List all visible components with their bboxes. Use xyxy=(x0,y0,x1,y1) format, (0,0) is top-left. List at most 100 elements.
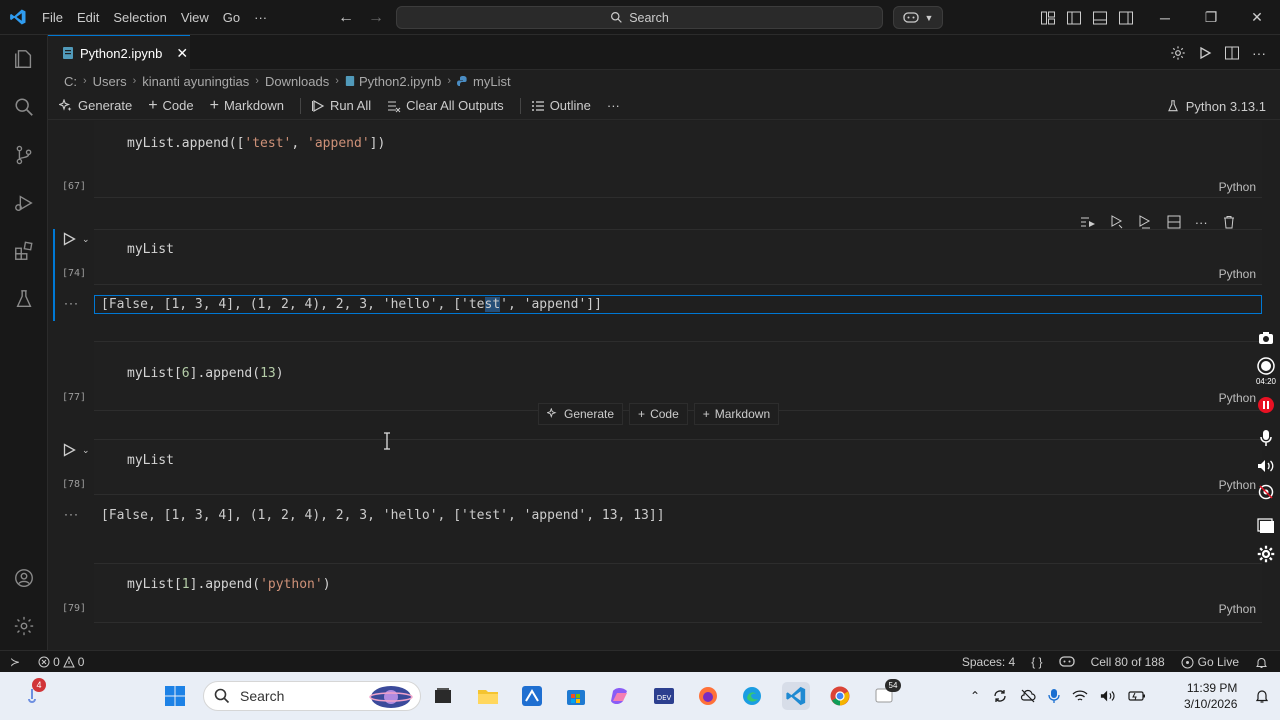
toggle-secondary-sidebar-icon[interactable] xyxy=(1118,10,1134,26)
search-sidebar-icon[interactable] xyxy=(0,83,48,131)
volume-icon[interactable] xyxy=(1100,689,1116,703)
insert-markdown-button[interactable]: + Markdown xyxy=(693,403,780,425)
taskbar-vscode[interactable] xyxy=(782,682,810,710)
taskbar-ms-store[interactable] xyxy=(562,682,590,710)
close-window-icon[interactable]: ✕ xyxy=(1234,0,1280,35)
settings-gear-icon[interactable] xyxy=(1170,45,1186,61)
customize-layout-icon[interactable] xyxy=(1040,10,1056,26)
insert-code-button[interactable]: + Code xyxy=(629,403,688,425)
taskbar-chat[interactable]: 54 xyxy=(870,679,901,710)
microphone-icon[interactable] xyxy=(1254,426,1278,450)
breadcrumb-item[interactable]: kinanti ayuningtias xyxy=(142,74,249,89)
menu-more[interactable]: ··· xyxy=(247,0,274,35)
restore-icon[interactable]: ❐ xyxy=(1188,0,1234,35)
code-cell-editor[interactable] xyxy=(94,121,1262,198)
taskbar-dev-app[interactable]: DEV xyxy=(650,682,678,710)
insert-generate-button[interactable]: Generate xyxy=(538,403,624,425)
minimize-icon[interactable]: ─ xyxy=(1142,0,1188,35)
add-markdown-cell-button[interactable]: + Markdown xyxy=(210,97,284,115)
output-more-icon[interactable]: ··· xyxy=(64,296,79,310)
cell-language[interactable]: Python xyxy=(1219,602,1256,616)
taskbar-edge[interactable] xyxy=(738,682,766,710)
toggle-primary-sidebar-icon[interactable] xyxy=(1066,10,1082,26)
breadcrumb-item[interactable]: Downloads xyxy=(265,74,329,89)
webcam-off-icon[interactable] xyxy=(1254,480,1278,504)
notification-center-icon[interactable] xyxy=(1250,684,1274,708)
menu-go[interactable]: Go xyxy=(216,0,247,35)
taskbar-app-blue[interactable] xyxy=(518,682,546,710)
camera-icon[interactable] xyxy=(1254,326,1278,350)
remote-indicator-icon[interactable]: ≻ xyxy=(10,655,20,669)
run-all-button[interactable]: Run All xyxy=(311,98,371,113)
menu-view[interactable]: View xyxy=(174,0,216,35)
code-cell-editor[interactable] xyxy=(94,229,1262,285)
cell-language[interactable]: Python xyxy=(1219,180,1256,194)
cell-position-status[interactable]: Cell 80 of 188 xyxy=(1091,655,1165,669)
problems-indicator[interactable]: 0 0 xyxy=(38,655,84,669)
copilot-button[interactable]: ▼ xyxy=(893,6,943,29)
run-play-icon[interactable] xyxy=(1198,46,1212,60)
window-select-icon[interactable] xyxy=(1254,514,1278,538)
taskbar-task-view[interactable] xyxy=(429,682,457,710)
extensions-icon[interactable] xyxy=(0,227,48,275)
breadcrumb-item[interactable]: Python2.ipynb xyxy=(359,74,441,89)
cloud-off-icon[interactable] xyxy=(1020,688,1036,704)
tab-python2-ipynb[interactable]: Python2.ipynb ✕ xyxy=(48,35,190,70)
taskbar-file-explorer[interactable] xyxy=(474,682,502,710)
delete-cell-icon[interactable] xyxy=(1222,215,1236,229)
cell-output[interactable]: [False, [1, 3, 4], (1, 2, 4), 2, 3, 'hel… xyxy=(101,508,665,523)
notifications-bell-icon[interactable] xyxy=(1255,656,1268,669)
code-cell-editor[interactable] xyxy=(94,563,1262,623)
taskbar-chrome[interactable] xyxy=(826,682,854,710)
run-cell-button[interactable]: ⌄ xyxy=(62,232,90,246)
chevron-up-icon[interactable]: ⌃ xyxy=(970,689,980,703)
breadcrumb-item[interactable]: myList xyxy=(473,74,511,89)
windows-start-icon[interactable] xyxy=(161,682,189,710)
recorder-settings-icon[interactable] xyxy=(1254,542,1278,566)
menu-file[interactable]: File xyxy=(35,0,70,35)
speaker-icon[interactable] xyxy=(1254,454,1278,478)
kernel-picker[interactable]: Python 3.13.1 xyxy=(1166,92,1266,120)
cell-output[interactable]: [False, [1, 3, 4], (1, 2, 4), 2, 3, 'hel… xyxy=(101,297,602,312)
clear-all-outputs-button[interactable]: Clear All Outputs xyxy=(387,98,504,113)
execute-above-icon[interactable] xyxy=(1080,215,1096,229)
add-code-cell-button[interactable]: + Code xyxy=(148,97,193,115)
taskbar-search[interactable]: Search xyxy=(203,681,421,711)
command-center-search[interactable]: Search xyxy=(396,6,883,29)
forward-arrow-icon[interactable]: → xyxy=(368,9,384,27)
microphone-tray-icon[interactable] xyxy=(1048,688,1060,704)
run-debug-icon[interactable] xyxy=(0,179,48,227)
menu-edit[interactable]: Edit xyxy=(70,0,106,35)
back-arrow-icon[interactable]: ← xyxy=(338,9,354,27)
generate-button[interactable]: Generate xyxy=(59,98,132,113)
taskbar-copilot[interactable] xyxy=(606,682,634,710)
manage-gear-icon[interactable] xyxy=(0,602,48,650)
run-next-icon[interactable] xyxy=(1138,215,1152,229)
run-cell-button[interactable]: ⌄ xyxy=(62,443,90,457)
sync-icon[interactable] xyxy=(992,688,1008,704)
cell-more-icon[interactable]: ··· xyxy=(1195,215,1208,230)
close-tab-icon[interactable]: ✕ xyxy=(176,45,188,62)
source-control-icon[interactable] xyxy=(0,131,48,179)
copilot-status-icon[interactable] xyxy=(1058,655,1075,669)
explorer-icon[interactable] xyxy=(0,35,48,83)
split-editor-icon[interactable] xyxy=(1224,45,1240,61)
menu-selection[interactable]: Selection xyxy=(106,0,173,35)
taskbar-clock[interactable]: 11:39 PM 3/10/2026 xyxy=(1184,680,1237,712)
taskbar-app-weather[interactable]: 4 xyxy=(20,678,46,708)
breadcrumb-item[interactable]: C: xyxy=(64,74,77,89)
toolbar-more-button[interactable]: ··· xyxy=(607,98,620,113)
wifi-icon[interactable] xyxy=(1072,689,1088,703)
battery-icon[interactable] xyxy=(1128,690,1146,702)
toggle-panel-icon[interactable] xyxy=(1092,10,1108,26)
go-live-button[interactable]: Go Live xyxy=(1181,655,1239,669)
cell-language[interactable]: Python xyxy=(1219,267,1256,281)
breadcrumb-item[interactable]: Users xyxy=(93,74,127,89)
run-below-icon[interactable] xyxy=(1110,215,1124,229)
code-cell-editor[interactable] xyxy=(94,439,1262,495)
taskbar-firefox[interactable] xyxy=(694,682,722,710)
pause-icon[interactable] xyxy=(1254,393,1278,417)
split-cell-icon[interactable] xyxy=(1167,215,1181,229)
testing-flask-icon[interactable] xyxy=(0,275,48,323)
language-mode-braces[interactable]: { } xyxy=(1031,655,1042,669)
